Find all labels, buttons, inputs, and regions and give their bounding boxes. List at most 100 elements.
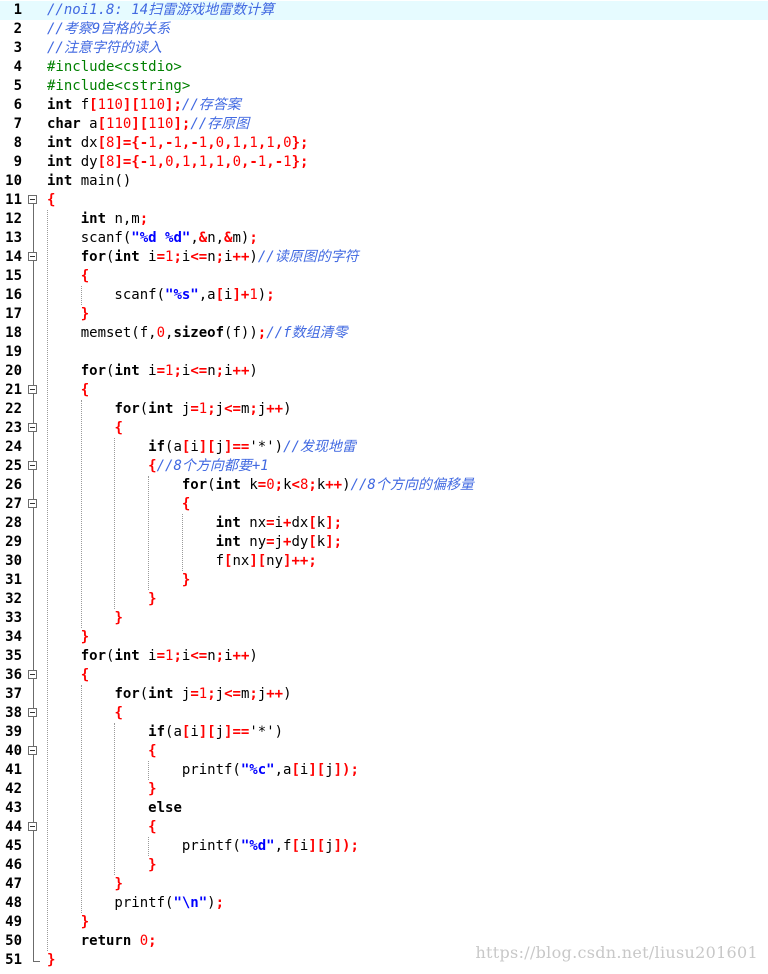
code-line-1[interactable]: 1 //noi1.8: 14扫雷游戏地雷数计算 (0, 1, 768, 20)
fold-toggle-icon[interactable] (28, 461, 37, 470)
token-op: = (266, 515, 275, 531)
code-line-17[interactable]: 17 } (0, 305, 768, 324)
code-text: return 0; (47, 932, 157, 951)
token-num: 0 (165, 154, 174, 170)
token-id: n (207, 363, 216, 379)
fold-toggle-icon[interactable] (28, 822, 37, 831)
token-op: } (148, 591, 157, 607)
token-id: ny (266, 553, 284, 569)
line-number: 20 (5, 363, 22, 379)
code-line-7[interactable]: 7 char a[110][110];//存原图 (0, 115, 768, 134)
token-cmt: //发现地雷 (283, 439, 356, 455)
line-number: 33 (5, 610, 22, 626)
token-op: ++ (232, 648, 250, 664)
token-cmt: //8个方向的偏移量 (350, 477, 474, 493)
fold-toggle-icon[interactable] (28, 385, 37, 394)
token-num: 110 (106, 116, 132, 132)
token-id: j (325, 838, 334, 854)
token-op: , (224, 135, 233, 151)
code-text: int dx[8]={-1,-1,-1,0,1,1,1,0}; (47, 134, 308, 153)
code-line-18[interactable]: 18 memset(f,0,sizeof(f));//f数组清零 (0, 324, 768, 343)
code-line-35[interactable]: 35 for(int i=1;i<=n;i++) (0, 647, 768, 666)
code-line-13[interactable]: 13 scanf("%d %d",&n,&m); (0, 229, 768, 248)
code-line-22[interactable]: 22 for(int j=1;j<=m;j++) (0, 400, 768, 419)
code-line-36[interactable]: 36 { (0, 666, 768, 685)
code-text: for(int i=1;i<=n;i++) (47, 647, 258, 666)
token-num: 1 (215, 154, 225, 170)
code-text: } (47, 609, 122, 628)
code-line-12[interactable]: 12 int n,m; (0, 210, 768, 229)
code-line-14[interactable]: 14 for(int i=1;i<=n;i++)//读原图的字符 (0, 248, 768, 267)
code-line-49[interactable]: 49 } (0, 913, 768, 932)
code-line-20[interactable]: 20 for(int i=1;i<=n;i++) (0, 362, 768, 381)
code-text: } (47, 875, 122, 894)
token-id (47, 819, 148, 835)
code-line-15[interactable]: 15 { (0, 267, 768, 286)
code-line-9[interactable]: 9 int dy[8]={-1,0,1,1,1,0,-1,-1}; (0, 153, 768, 172)
code-line-48[interactable]: 48 printf("\n"); (0, 894, 768, 913)
code-line-33[interactable]: 33 } (0, 609, 768, 628)
token-kw: int (114, 648, 140, 664)
token-str: "\n" (173, 895, 208, 911)
code-line-4[interactable]: 4 #include<cstdio> (0, 58, 768, 77)
code-line-37[interactable]: 37 for(int j=1;j<=m;j++) (0, 685, 768, 704)
code-line-10[interactable]: 10 int main() (0, 172, 768, 191)
token-op: [ (89, 97, 98, 113)
line-number: 29 (5, 534, 22, 550)
fold-toggle-icon[interactable] (28, 252, 37, 261)
token-id: j (215, 439, 225, 455)
token-str: "%s" (165, 287, 199, 303)
token-id (47, 591, 148, 607)
token-op: <= (190, 363, 208, 379)
token-num: 0 (232, 154, 241, 170)
code-text: if(a[i][j]=='*')//发现地雷 (47, 438, 356, 457)
fold-toggle-icon[interactable] (28, 670, 37, 679)
token-num: 110 (139, 97, 166, 113)
code-line-47[interactable]: 47 } (0, 875, 768, 894)
code-text: printf("\n"); (47, 894, 224, 913)
token-kw: for (181, 477, 208, 493)
line-number: 28 (5, 515, 22, 531)
token-op: ; (215, 648, 225, 664)
fold-toggle-icon[interactable] (28, 708, 37, 717)
token-id (47, 914, 81, 930)
fold-toggle-icon[interactable] (28, 499, 37, 508)
token-op: { (47, 192, 56, 208)
code-text: } (47, 951, 55, 970)
token-id: printf( (47, 895, 174, 911)
code-text: { (47, 419, 122, 438)
token-id: ) (249, 249, 258, 265)
token-num: 1 (148, 154, 157, 170)
code-line-34[interactable]: 34 } (0, 628, 768, 647)
token-num: 0 (139, 933, 149, 949)
line-number: 42 (5, 781, 22, 797)
code-editor[interactable]: 1 //noi1.8: 14扫雷游戏地雷数计算 2 //考察9宫格的关系 3 //注意字符… (0, 0, 768, 974)
code-line-19[interactable]: 19 (0, 343, 768, 362)
code-line-6[interactable]: 6 int f[110][110];//存答案 (0, 96, 768, 115)
token-id: , (190, 230, 199, 246)
code-line-38[interactable]: 38 { (0, 704, 768, 723)
token-chr: '*' (249, 439, 275, 455)
token-id: (a (165, 439, 182, 455)
token-id: k (240, 477, 258, 493)
fold-toggle-icon[interactable] (28, 423, 37, 432)
code-line-3[interactable]: 3 //注意字符的读入 (0, 39, 768, 58)
code-line-5[interactable]: 5 #include<cstring> (0, 77, 768, 96)
code-line-2[interactable]: 2 //考察9宫格的关系 (0, 20, 768, 39)
code-line-8[interactable]: 8 int dx[8]={-1,-1,-1,0,1,1,1,0}; (0, 134, 768, 153)
fold-toggle-icon[interactable] (28, 746, 37, 755)
token-op: ; (207, 686, 216, 702)
code-line-21[interactable]: 21 { (0, 381, 768, 400)
token-id: m) (232, 230, 250, 246)
code-line-11[interactable]: 11 { (0, 191, 768, 210)
code-line-16[interactable]: 16 scanf("%s",a[i]+1); (0, 286, 768, 305)
token-kw: for (80, 249, 107, 265)
line-number: 12 (5, 211, 22, 227)
line-number: 18 (5, 325, 22, 341)
fold-toggle-icon[interactable] (28, 195, 37, 204)
token-op: = (156, 648, 166, 664)
code-text: if(a[i][j]=='*') (47, 723, 283, 742)
code-line-23[interactable]: 23 { (0, 419, 768, 438)
token-op: [ (97, 154, 107, 170)
token-op: ; (266, 287, 275, 303)
